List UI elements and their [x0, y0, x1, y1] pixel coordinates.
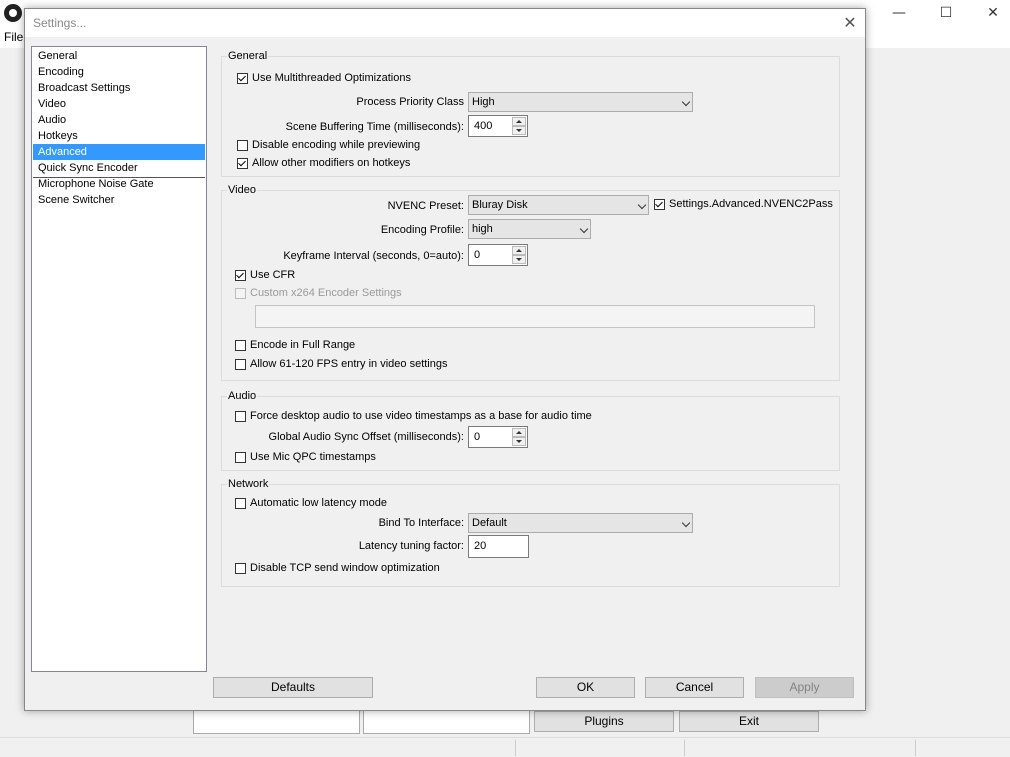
mic-qpc-label: Use Mic QPC timestamps	[250, 451, 376, 463]
multithreaded-checkbox[interactable]	[237, 73, 248, 84]
custom-x264-checkbox[interactable]	[235, 288, 246, 299]
close-icon[interactable]: ✕	[839, 12, 861, 34]
modifiers-checkbox[interactable]	[237, 158, 248, 169]
bind-interface-value: Default	[472, 517, 507, 529]
settings-category-list[interactable]: General Encoding Broadcast Settings Vide…	[31, 46, 207, 672]
status-separator	[684, 740, 685, 756]
keyframe-label: Keyframe Interval (seconds, 0=auto):	[283, 250, 464, 262]
dialog-title: Settings...	[33, 16, 87, 30]
scenes-list-box[interactable]	[363, 708, 530, 734]
general-group-title: General	[227, 50, 269, 62]
file-menu[interactable]: File	[4, 30, 23, 44]
status-separator	[515, 740, 516, 756]
modifiers-label: Allow other modifiers on hotkeys	[252, 157, 411, 169]
apply-button[interactable]: Apply	[755, 677, 854, 698]
buffering-value: 400	[474, 120, 493, 132]
disable-tcp-label: Disable TCP send window optimization	[250, 562, 440, 574]
keyframe-spinbox[interactable]: 0	[468, 244, 528, 266]
fps-entry-label: Allow 61-120 FPS entry in video settings	[250, 358, 448, 370]
sidebar-item-general[interactable]: General	[33, 48, 205, 64]
sync-offset-spinbox[interactable]: 0	[468, 426, 528, 448]
spin-down-icon[interactable]	[512, 126, 526, 135]
latency-factor-input[interactable]: 20	[468, 535, 529, 558]
custom-x264-input[interactable]	[255, 305, 815, 328]
chevron-down-icon	[681, 97, 691, 107]
exit-button[interactable]: Exit	[679, 711, 819, 732]
fps-entry-checkbox[interactable]	[235, 359, 246, 370]
sidebar-item-microphone-noise-gate[interactable]: Microphone Noise Gate	[33, 176, 205, 192]
buffering-spinbox[interactable]: 400	[468, 115, 528, 137]
mic-qpc-checkbox[interactable]	[235, 452, 246, 463]
nvenc2pass-checkbox[interactable]	[654, 199, 665, 210]
disable-preview-label: Disable encoding while previewing	[252, 139, 421, 151]
nvenc-preset-value: Bluray Disk	[472, 199, 528, 211]
latency-factor-value: 20	[474, 540, 487, 552]
cancel-button[interactable]: Cancel	[645, 677, 744, 698]
force-desktop-audio-label: Force desktop audio to use video timesta…	[250, 410, 592, 422]
sidebar-item-advanced[interactable]: Advanced	[33, 144, 205, 160]
spin-up-icon[interactable]	[512, 117, 526, 126]
custom-x264-label: Custom x264 Encoder Settings	[250, 287, 402, 299]
sidebar-item-scene-switcher[interactable]: Scene Switcher	[33, 192, 205, 208]
chevron-down-icon	[637, 200, 647, 210]
nvenc-preset-select[interactable]: Bluray Disk	[468, 195, 649, 215]
spin-up-icon[interactable]	[512, 428, 526, 437]
video-group-title: Video	[227, 184, 257, 196]
bind-interface-label: Bind To Interface:	[378, 517, 464, 529]
nvenc-preset-label: NVENC Preset:	[387, 200, 464, 212]
keyframe-value: 0	[474, 249, 481, 261]
network-group-title: Network	[227, 478, 270, 490]
sources-list-box[interactable]	[193, 708, 360, 734]
latency-factor-label: Latency tuning factor:	[358, 540, 464, 552]
maximize-icon[interactable]: ☐	[933, 4, 959, 22]
use-cfr-label: Use CFR	[250, 269, 296, 281]
encoding-profile-label: Encoding Profile:	[380, 224, 464, 236]
encoding-profile-value: high	[472, 223, 493, 235]
chevron-down-icon	[681, 518, 691, 528]
defaults-button[interactable]: Defaults	[213, 677, 373, 698]
disable-tcp-checkbox[interactable]	[235, 563, 246, 574]
status-bar	[0, 737, 1010, 757]
sidebar-item-video[interactable]: Video	[33, 96, 205, 112]
full-range-checkbox[interactable]	[235, 340, 246, 351]
minimize-icon[interactable]: —	[886, 4, 912, 22]
priority-select[interactable]: High	[468, 92, 693, 112]
low-latency-label: Automatic low latency mode	[250, 497, 387, 509]
encoding-profile-select[interactable]: high	[468, 219, 591, 239]
sidebar-item-hotkeys[interactable]: Hotkeys	[33, 128, 205, 144]
nvenc2pass-label: Settings.Advanced.NVENC2Pass	[669, 198, 833, 210]
chevron-down-icon	[579, 224, 589, 234]
window-close-icon[interactable]: ✕	[980, 4, 1006, 22]
low-latency-checkbox[interactable]	[235, 498, 246, 509]
priority-label: Process Priority Class	[356, 96, 464, 108]
spin-down-icon[interactable]	[512, 255, 526, 264]
sidebar-item-broadcast-settings[interactable]: Broadcast Settings	[33, 80, 205, 96]
sidebar-item-audio[interactable]: Audio	[33, 112, 205, 128]
sidebar-item-quick-sync-encoder[interactable]: Quick Sync Encoder	[33, 160, 205, 176]
multithreaded-label: Use Multithreaded Optimizations	[252, 72, 411, 84]
sidebar-item-encoding[interactable]: Encoding	[33, 64, 205, 80]
plugins-button[interactable]: Plugins	[534, 711, 674, 732]
spin-up-icon[interactable]	[512, 246, 526, 255]
full-range-label: Encode in Full Range	[250, 339, 356, 351]
force-desktop-audio-checkbox[interactable]	[235, 411, 246, 422]
sync-offset-label: Global Audio Sync Offset (milliseconds):	[268, 431, 464, 443]
status-separator	[915, 740, 916, 756]
disable-preview-checkbox[interactable]	[237, 140, 248, 151]
audio-group-title: Audio	[227, 390, 258, 402]
settings-dialog: Settings... ✕ General Encoding Broadcast…	[24, 8, 866, 711]
bind-interface-select[interactable]: Default	[468, 513, 693, 533]
dialog-titlebar	[25, 9, 865, 37]
buffering-label: Scene Buffering Time (milliseconds):	[285, 121, 464, 133]
spin-down-icon[interactable]	[512, 437, 526, 446]
priority-value: High	[472, 96, 495, 108]
sync-offset-value: 0	[474, 431, 481, 443]
ok-button[interactable]: OK	[536, 677, 635, 698]
use-cfr-checkbox[interactable]	[235, 270, 246, 281]
obs-logo-icon	[4, 4, 22, 22]
